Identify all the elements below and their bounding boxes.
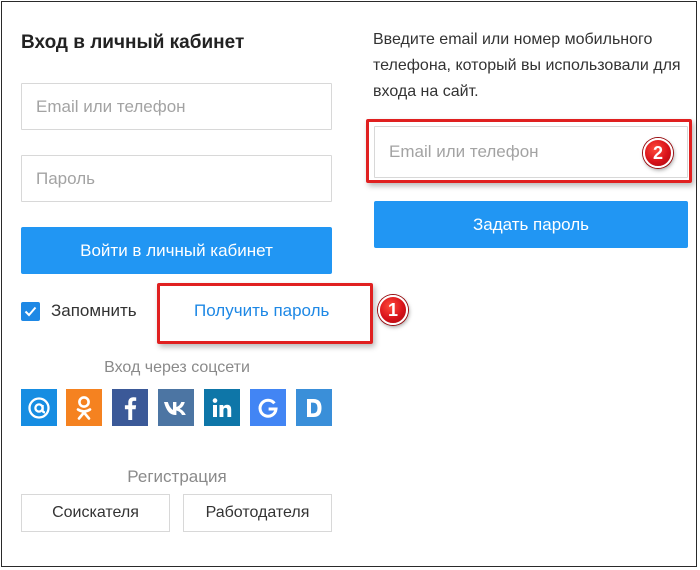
- social-login-heading: Вход через соцсети: [104, 359, 250, 376]
- reset-instruction-text: Введите email или номер мобильного телеф…: [373, 31, 681, 100]
- odnoklassniki-icon: [76, 395, 92, 420]
- login-email-placeholder: Email или телефон: [36, 96, 186, 116]
- checkmark-icon: [24, 306, 37, 317]
- password-placeholder: Пароль: [36, 168, 95, 188]
- remember-checkbox[interactable]: [21, 302, 40, 321]
- register-job-seeker-button[interactable]: Соискателя: [21, 494, 170, 532]
- social-button-linkedin[interactable]: [204, 389, 240, 426]
- registration-heading: Регистрация: [127, 467, 227, 486]
- register-employer-button[interactable]: Работодателя: [183, 494, 332, 532]
- social-button-mail[interactable]: [21, 389, 57, 426]
- social-button-odnoklassniki[interactable]: [66, 389, 102, 426]
- marker-1-badge: 1: [378, 295, 408, 325]
- screenshot-frame: Вход в личный кабинет Email или телефон …: [1, 1, 697, 567]
- google-icon: [258, 398, 278, 418]
- reset-email-placeholder: Email или телефон: [389, 142, 539, 161]
- set-password-button[interactable]: Задать пароль: [374, 201, 688, 248]
- login-submit-button[interactable]: Войти в личный кабинет: [21, 227, 332, 274]
- remember-label: Запомнить: [51, 301, 137, 320]
- social-button-vk[interactable]: [158, 389, 194, 426]
- linkedin-icon: [212, 397, 232, 417]
- at-sign-icon: [28, 396, 50, 419]
- password-input[interactable]: Пароль: [21, 155, 332, 202]
- facebook-icon: [124, 396, 137, 420]
- login-email-input[interactable]: Email или телефон: [21, 83, 332, 130]
- vk-icon: [164, 401, 186, 415]
- get-password-link[interactable]: Получить пароль: [194, 301, 329, 321]
- social-button-facebook[interactable]: [112, 389, 148, 426]
- marker-2-badge: 2: [643, 138, 673, 168]
- d-icon: [307, 398, 322, 417]
- social-button-d[interactable]: [296, 389, 332, 426]
- reset-email-input[interactable]: Email или телефон: [374, 126, 688, 178]
- social-button-google[interactable]: [250, 389, 286, 426]
- login-title: Вход в личный кабинет: [21, 32, 245, 53]
